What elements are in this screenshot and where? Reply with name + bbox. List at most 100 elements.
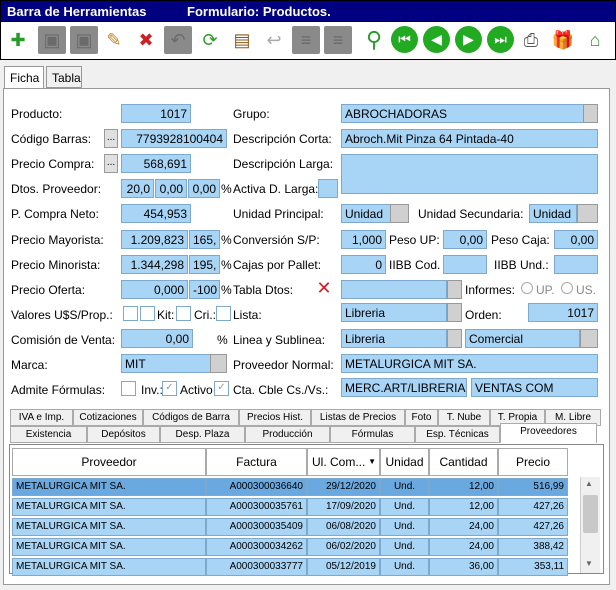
back-arrow-icon[interactable]: ↩: [260, 26, 288, 54]
tab-ficha[interactable]: Ficha: [4, 66, 44, 89]
precio-compra-lookup-button[interactable]: ...: [104, 154, 118, 173]
list-icon[interactable]: ≡: [292, 26, 320, 54]
last-record-icon[interactable]: ⏭: [487, 26, 514, 53]
cell-fecha[interactable]: 05/12/2019: [307, 558, 380, 576]
tab-tabla[interactable]: Tabla: [46, 66, 82, 88]
peso-caja-field[interactable]: 0,00: [554, 230, 598, 249]
first-record-icon[interactable]: ⏮: [391, 26, 418, 53]
cell-precio[interactable]: 388,42: [498, 538, 568, 556]
undo-icon[interactable]: ↶: [164, 26, 192, 54]
col-header-precio[interactable]: Precio: [498, 448, 568, 476]
tab-depositos[interactable]: Depósitos: [87, 426, 160, 443]
tab-foto[interactable]: Foto: [405, 409, 438, 426]
tab-existencia[interactable]: Existencia: [10, 426, 87, 443]
refresh-icon[interactable]: ⟳: [196, 26, 224, 54]
clear-icon[interactable]: ✕: [314, 279, 334, 299]
cell-factura[interactable]: A000300033777: [206, 558, 307, 576]
cell-precio[interactable]: 353,11: [498, 558, 568, 576]
sublinea-field[interactable]: Comercial: [465, 329, 580, 348]
unidad-principal-dropdown[interactable]: [390, 204, 409, 223]
orden-field[interactable]: 1017: [528, 303, 598, 322]
dto1-field[interactable]: 20,0: [121, 179, 154, 198]
tab-iva[interactable]: IVA e Imp.: [10, 409, 73, 426]
tabla-dtos-field[interactable]: [341, 280, 447, 299]
cell-fecha[interactable]: 29/12/2020: [307, 478, 380, 496]
cell-proveedor[interactable]: METALURGICA MIT SA.: [12, 498, 206, 516]
valores-checkbox-2[interactable]: [140, 306, 155, 321]
cell-cantidad[interactable]: 12,00: [429, 478, 498, 496]
grupo-field[interactable]: ABROCHADORAS: [341, 104, 584, 123]
marca-field[interactable]: MIT: [121, 354, 211, 373]
unidad-secundaria-dropdown[interactable]: [577, 204, 598, 223]
activo-checkbox[interactable]: ✓: [214, 381, 229, 396]
pcompra-neto-field[interactable]: 454,953: [121, 204, 191, 223]
unidad-secundaria-field[interactable]: Unidad: [529, 204, 577, 223]
cell-proveedor[interactable]: METALURGICA MIT SA.: [12, 538, 206, 556]
cell-fecha[interactable]: 06/02/2020: [307, 538, 380, 556]
desc-larga-field[interactable]: [341, 154, 598, 194]
cell-cantidad[interactable]: 36,00: [429, 558, 498, 576]
cri-checkbox[interactable]: [216, 306, 231, 321]
valores-checkbox-1[interactable]: [123, 306, 138, 321]
informes-up-radio[interactable]: [521, 282, 533, 294]
cell-factura[interactable]: A000300036640: [206, 478, 307, 496]
scroll-down-icon[interactable]: ▼: [585, 559, 593, 568]
col-header-proveedor[interactable]: Proveedor: [12, 448, 206, 476]
cta-ventas-field[interactable]: VENTAS COM: [471, 378, 598, 397]
vertical-scrollbar[interactable]: ▲ ▼: [580, 477, 600, 573]
tab-t-nube[interactable]: T. Nube: [438, 409, 490, 426]
cell-cantidad[interactable]: 12,00: [429, 498, 498, 516]
cta-compras-field[interactable]: MERC.ART/LIBRERIA: [341, 378, 467, 397]
save-icon[interactable]: ▣: [38, 26, 66, 54]
lista-field[interactable]: Libreria: [341, 303, 447, 322]
scroll-up-icon[interactable]: ▲: [585, 479, 593, 488]
col-header-factura[interactable]: Factura: [206, 448, 307, 476]
cell-precio[interactable]: 427,26: [498, 518, 568, 536]
desc-corta-field[interactable]: Abroch.Mit Pinza 64 Pintada-40: [341, 129, 598, 148]
lista-dropdown[interactable]: [447, 303, 462, 322]
add-icon[interactable]: ✚: [4, 26, 32, 54]
tab-produccion[interactable]: Producción: [245, 426, 330, 443]
list2-icon[interactable]: ≡: [324, 26, 352, 54]
tab-precios-hist[interactable]: Precios Hist.: [239, 409, 311, 426]
grupo-dropdown-button[interactable]: [583, 104, 598, 123]
cell-factura[interactable]: A000300035761: [206, 498, 307, 516]
home-icon[interactable]: ⌂: [581, 26, 609, 54]
activa-dlarga-checkbox[interactable]: [318, 179, 338, 198]
dto2-field[interactable]: 0,00: [155, 179, 187, 198]
gift-icon[interactable]: 🎁: [549, 26, 577, 54]
codigo-barras-field[interactable]: 7793928100404: [121, 129, 227, 148]
cell-precio[interactable]: 427,26: [498, 498, 568, 516]
save-as-icon[interactable]: ▣: [70, 26, 98, 54]
cell-fecha[interactable]: 17/09/2020: [307, 498, 380, 516]
conversion-field[interactable]: 1,000: [341, 230, 386, 249]
cell-proveedor[interactable]: METALURGICA MIT SA.: [12, 478, 206, 496]
cell-proveedor[interactable]: METALURGICA MIT SA.: [12, 558, 206, 576]
cell-precio[interactable]: 516,99: [498, 478, 568, 496]
cell-unidad[interactable]: Und.: [380, 538, 429, 556]
tab-listas-precios[interactable]: Listas de Precios: [311, 409, 405, 426]
precio-minorista-field[interactable]: 1.344,298: [121, 255, 188, 274]
cell-unidad[interactable]: Und.: [380, 558, 429, 576]
tab-proveedores[interactable]: Proveedores: [500, 423, 597, 443]
tab-codigos-barra[interactable]: Códigos de Barra: [143, 409, 239, 426]
edit-icon[interactable]: ✎: [100, 26, 128, 54]
prev-record-icon[interactable]: ◀: [423, 26, 450, 53]
next-record-icon[interactable]: ▶: [455, 26, 482, 53]
tab-esp-tecnicas[interactable]: Esp. Técnicas: [415, 426, 500, 443]
iibb-cod-field[interactable]: [443, 255, 487, 274]
search-icon[interactable]: ⚲: [360, 26, 388, 54]
cell-fecha[interactable]: 06/08/2020: [307, 518, 380, 536]
print-icon[interactable]: ⎙: [517, 26, 545, 54]
pct-oferta-field[interactable]: -100: [189, 280, 220, 299]
marca-dropdown[interactable]: [210, 354, 227, 373]
pct-mayorista-field[interactable]: 165,: [189, 230, 220, 249]
tab-desp-plaza[interactable]: Desp. Plaza: [160, 426, 245, 443]
cell-proveedor[interactable]: METALURGICA MIT SA.: [12, 518, 206, 536]
cell-cantidad[interactable]: 24,00: [429, 538, 498, 556]
cajas-pallet-field[interactable]: 0: [341, 255, 386, 274]
cell-unidad[interactable]: Und.: [380, 498, 429, 516]
peso-up-field[interactable]: 0,00: [443, 230, 487, 249]
pct-minorista-field[interactable]: 195,: [189, 255, 220, 274]
proveedor-normal-field[interactable]: METALURGICA MIT SA.: [341, 354, 598, 373]
